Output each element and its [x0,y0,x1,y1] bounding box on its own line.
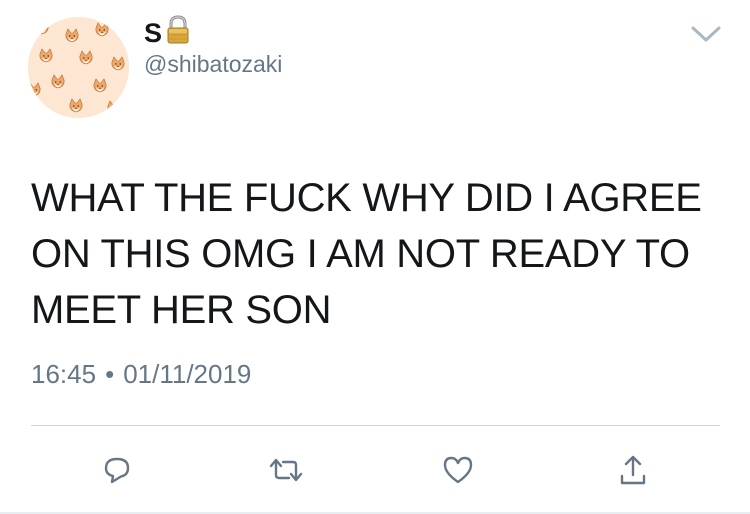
tweet-card: S @shibatozaki WHAT THE FUCK WHY DID I A… [0,0,750,514]
tweet-text: WHAT THE FUCK WHY DID I AGREE ON THIS OM… [31,176,702,332]
chevron-down-icon[interactable] [690,22,722,46]
like-button[interactable] [438,450,478,490]
display-name[interactable]: S [144,18,162,48]
retweet-icon [269,458,303,482]
divider [31,425,720,426]
name-row: S [144,15,190,50]
reply-button[interactable] [97,450,137,490]
handle[interactable]: @shibatozaki [144,50,282,78]
lock-icon [166,15,190,45]
share-button[interactable] [613,450,653,490]
timestamp-separator: • [105,359,115,389]
tweet-date: 01/11/2019 [123,359,252,389]
share-icon [620,455,646,485]
shiba-pattern-icon [28,17,129,118]
heart-icon [443,456,473,484]
tweet-time: 16:45 [31,359,97,389]
retweet-button[interactable] [266,450,306,490]
reply-icon [104,457,130,484]
tweet-timestamp: 16:45 • 01/11/2019 [31,358,251,390]
avatar[interactable] [28,17,129,118]
action-bar [0,450,750,490]
